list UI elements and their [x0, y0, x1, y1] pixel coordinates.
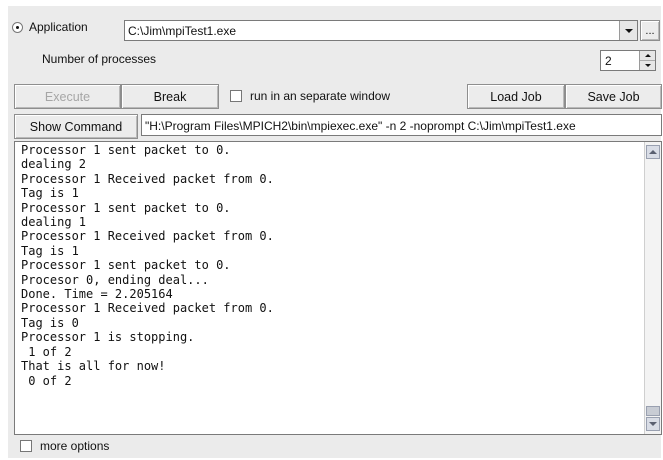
- spinner-up-button[interactable]: [640, 51, 655, 61]
- output-line: Tag is 0: [21, 315, 79, 330]
- output-line: dealing 1: [21, 215, 87, 230]
- application-label: Application: [29, 20, 88, 34]
- chevron-down-icon: [644, 64, 651, 67]
- processes-value: 2: [605, 54, 612, 68]
- processes-label: Number of processes: [42, 52, 157, 66]
- scroll-down-button[interactable]: [646, 417, 660, 431]
- output-line: Processor 1 Received packet from 0.: [21, 301, 274, 316]
- application-radio[interactable]: [12, 22, 23, 33]
- browse-button[interactable]: ...: [640, 20, 660, 41]
- spinner-buttons: [639, 51, 655, 70]
- output-line: Tag is 1: [21, 186, 79, 201]
- separate-window-checkbox[interactable]: [230, 90, 242, 102]
- output-line: Processor 1 Received packet from 0.: [21, 171, 274, 186]
- output-line: dealing 2: [21, 157, 87, 172]
- processes-spinner[interactable]: 2: [600, 50, 656, 71]
- more-options-checkbox[interactable]: [20, 440, 32, 452]
- command-line-value: "H:\Program Files\MPICH2\bin\mpiexec.exe…: [145, 119, 576, 133]
- output-line: That is all for now!: [21, 359, 166, 374]
- spinner-down-button[interactable]: [640, 61, 655, 70]
- output-line: 1 of 2: [21, 344, 72, 359]
- separate-window-label: run in an separate window: [250, 89, 391, 103]
- output-line: Tag is 1: [21, 243, 79, 258]
- combo-dropdown-button[interactable]: [619, 21, 637, 40]
- command-line-field[interactable]: "H:\Program Files\MPICH2\bin\mpiexec.exe…: [141, 114, 662, 136]
- chevron-up-icon: [644, 54, 651, 57]
- output-line: 0 of 2: [21, 373, 72, 388]
- scroll-up-button[interactable]: [646, 145, 660, 159]
- chevron-down-icon: [649, 422, 657, 426]
- save-job-button[interactable]: Save Job: [565, 84, 662, 109]
- scroll-thumb[interactable]: [646, 406, 660, 416]
- output-lines: Processor 1 sent packet to 0. dealing 2 Pr…: [21, 143, 274, 388]
- output-line: Processor 1 sent packet to 0.: [21, 143, 231, 157]
- chevron-down-icon: [624, 28, 633, 33]
- execute-button[interactable]: Execute: [14, 84, 121, 109]
- load-job-button[interactable]: Load Job: [467, 84, 565, 109]
- output-line: Processor 1 Received packet from 0.: [21, 229, 274, 244]
- output-line: Done. Time = 2.205164: [21, 287, 173, 302]
- chevron-up-icon: [649, 150, 657, 154]
- output-line: Procesor 0, ending deal...: [21, 272, 209, 287]
- output-line: Processor 1 sent packet to 0.: [21, 258, 231, 273]
- output-line: Processor 1 is stopping.: [21, 330, 195, 345]
- application-path-value: C:\Jim\mpiTest1.exe: [128, 24, 237, 38]
- output-console[interactable]: Processor 1 sent packet to 0. dealing 2 Pr…: [14, 141, 662, 435]
- vertical-scrollbar[interactable]: [644, 142, 661, 434]
- application-path-combo[interactable]: C:\Jim\mpiTest1.exe: [124, 20, 638, 41]
- show-command-button[interactable]: Show Command: [14, 114, 138, 139]
- more-options-label: more options: [40, 439, 110, 453]
- break-button[interactable]: Break: [121, 84, 219, 109]
- output-line: Processor 1 sent packet to 0.: [21, 200, 231, 215]
